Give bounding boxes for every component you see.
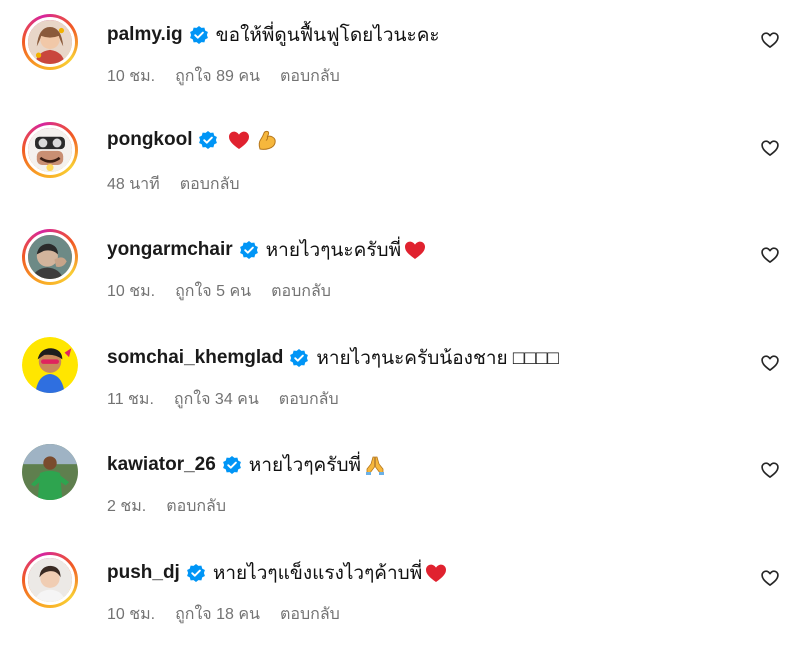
comment-text: หายไวๆนะครับพี่: [265, 240, 402, 261]
avatar-image: [22, 444, 78, 500]
comment-text: หายไวๆครับพี่: [248, 455, 362, 476]
comment-username[interactable]: push_dj: [107, 562, 180, 584]
comment-text: หายไวๆแข็งแรงไวๆค้าบพี่: [212, 563, 423, 584]
comment-username[interactable]: pongkool: [107, 129, 192, 151]
like-heart-icon[interactable]: [760, 353, 780, 373]
comment-item: palmy.ig ขอให้พี่ดูนฟื้นฟูโดยไวนะคะ 10 ช…: [0, 0, 800, 107]
red-heart-emoji: [227, 128, 251, 152]
reply-button[interactable]: ตอบกลับ: [271, 279, 331, 304]
verified-badge-icon: [222, 455, 242, 475]
avatar-image: [22, 337, 78, 393]
avatar-image: [28, 20, 72, 64]
comment-item: yongarmchair หายไวๆนะครับพี่ 10 ชม. ถูกใ…: [0, 215, 800, 322]
comment-username[interactable]: somchai_khemglad: [107, 347, 283, 369]
like-heart-icon[interactable]: [760, 138, 780, 158]
folded-hands-emoji: [363, 453, 387, 477]
comment-list: palmy.ig ขอให้พี่ดูนฟื้นฟูโดยไวนะคะ 10 ช…: [0, 0, 800, 652]
comment-text: หายไวๆนะครับน้องชาย □□□□: [316, 348, 559, 369]
comment-time: 10 ชม.: [107, 606, 156, 623]
red-heart-emoji: [403, 238, 427, 262]
comment-time: 48 นาที: [107, 176, 160, 193]
comment-time: 11 ชม.: [107, 391, 154, 408]
like-heart-icon[interactable]: [760, 460, 780, 480]
like-heart-icon[interactable]: [760, 568, 780, 588]
verified-badge-icon: [289, 348, 309, 368]
reply-button[interactable]: ตอบกลับ: [166, 494, 226, 519]
avatar[interactable]: [22, 444, 78, 500]
comment-item: pongkool 48 นาที ตอบกลับ: [0, 108, 800, 215]
reply-button[interactable]: ตอบกลับ: [279, 387, 339, 412]
verified-badge-icon: [198, 130, 218, 150]
comment-item: somchai_khemglad หายไวๆนะครับน้องชาย □□□…: [0, 323, 800, 430]
verified-badge-icon: [186, 563, 206, 583]
avatar-image: [28, 558, 72, 602]
comment-text: ขอให้พี่ดูนฟื้นฟูโดยไวนะคะ: [215, 25, 440, 46]
avatar-image: [28, 128, 72, 172]
flexed-biceps-emoji: [255, 128, 279, 152]
verified-badge-icon: [189, 25, 209, 45]
avatar[interactable]: [22, 122, 78, 178]
avatar[interactable]: [22, 337, 78, 393]
reply-button[interactable]: ตอบกลับ: [280, 64, 340, 89]
reply-button[interactable]: ตอบกลับ: [180, 172, 240, 197]
comment-username[interactable]: yongarmchair: [107, 239, 233, 261]
comment-item: push_dj หายไวๆแข็งแรงไวๆค้าบพี่ 10 ชม. ถ…: [0, 538, 800, 645]
comment-likes-count[interactable]: ถูกใจ 34 คน: [174, 387, 259, 412]
like-heart-icon[interactable]: [760, 245, 780, 265]
comment-likes-count[interactable]: ถูกใจ 89 คน: [175, 64, 260, 89]
avatar[interactable]: [22, 552, 78, 608]
avatar-image: [28, 235, 72, 279]
red-heart-emoji: [424, 561, 448, 585]
comment-likes-count[interactable]: ถูกใจ 5 คน: [175, 279, 251, 304]
reply-button[interactable]: ตอบกลับ: [280, 602, 340, 627]
comment-time: 10 ชม.: [107, 283, 156, 300]
comment-item: kawiator_26 หายไวๆครับพี่ 2 ชม. ตอบกลับ: [0, 430, 800, 537]
comment-time: 10 ชม.: [107, 68, 156, 85]
avatar[interactable]: [22, 14, 78, 70]
like-heart-icon[interactable]: [760, 30, 780, 50]
comment-time: 2 ชม.: [107, 498, 147, 515]
avatar[interactable]: [22, 229, 78, 285]
comment-username[interactable]: palmy.ig: [107, 24, 183, 46]
verified-badge-icon: [239, 240, 259, 260]
comment-username[interactable]: kawiator_26: [107, 454, 216, 476]
comment-likes-count[interactable]: ถูกใจ 18 คน: [175, 602, 260, 627]
